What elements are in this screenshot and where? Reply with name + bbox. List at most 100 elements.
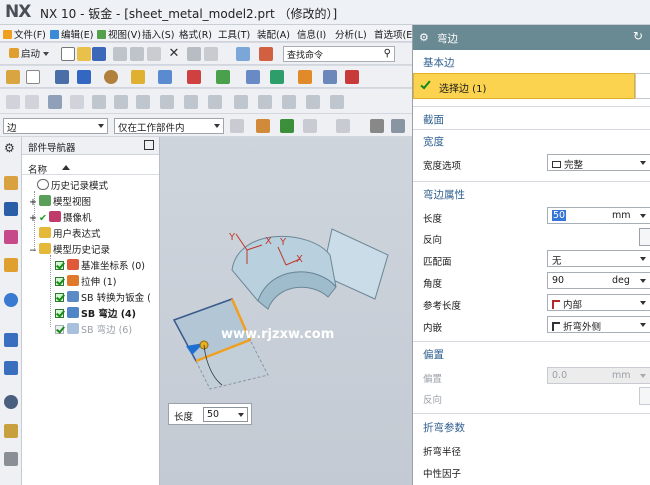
- visibility-checkbox[interactable]: [55, 293, 64, 302]
- length-value-field[interactable]: 50: [203, 407, 248, 422]
- visibility-checkbox[interactable]: [55, 309, 64, 318]
- gear-icon[interactable]: ⚙: [4, 141, 18, 155]
- menu-tools[interactable]: 工具(T): [218, 27, 250, 41]
- section-offset[interactable]: 偏置: [413, 347, 650, 362]
- render-style-icon[interactable]: [104, 70, 118, 84]
- tree-item-model-history[interactable]: − 模型历史记录: [29, 242, 110, 258]
- constraint-nav-icon[interactable]: [4, 202, 18, 216]
- section-profile[interactable]: 截面: [413, 112, 650, 127]
- snap-icon-3[interactable]: [48, 95, 62, 109]
- snap-icon-4[interactable]: [70, 95, 84, 109]
- zoom-icon[interactable]: [26, 70, 40, 84]
- select-edge-row[interactable]: 选择边 (1): [413, 73, 635, 99]
- snap-icon-13[interactable]: [282, 95, 296, 109]
- ucs-icon[interactable]: [303, 119, 317, 133]
- section-base-edge[interactable]: 基本边: [413, 55, 650, 70]
- fit-icon[interactable]: [6, 70, 20, 84]
- angle-input[interactable]: 90 deg: [547, 272, 650, 289]
- assembly-nav-icon[interactable]: [4, 176, 18, 190]
- shaded-icon[interactable]: [370, 119, 384, 133]
- snap-icon-5[interactable]: [92, 95, 106, 109]
- select-all-icon[interactable]: [230, 119, 244, 133]
- cut-icon[interactable]: [113, 47, 127, 61]
- menu-analysis[interactable]: 分析(L): [335, 27, 367, 41]
- section-icon[interactable]: [246, 70, 260, 84]
- gear-icon[interactable]: ⚙: [419, 31, 429, 44]
- menu-file[interactable]: 文件(F): [3, 27, 46, 41]
- length-input[interactable]: 50 mm: [547, 207, 650, 224]
- menu-view[interactable]: 视图(V): [97, 27, 141, 41]
- orient-icon[interactable]: [55, 70, 69, 84]
- tree-item-flange-6[interactable]: SB 弯边 (6): [55, 322, 132, 338]
- color-icon[interactable]: [345, 70, 359, 84]
- reset-icon[interactable]: ↻: [633, 29, 643, 43]
- inset-select[interactable]: 折弯外侧: [547, 316, 650, 333]
- curve-rule-icon[interactable]: [256, 119, 270, 133]
- visibility-checkbox[interactable]: [55, 261, 64, 270]
- section-flange-properties[interactable]: 弯边属性: [413, 187, 650, 202]
- tree-item-user-expressions[interactable]: 用户表达式: [39, 226, 101, 242]
- tree-item-datum-csys[interactable]: 基准坐标系 (0): [55, 258, 145, 274]
- search-input[interactable]: 查找命令 ⚲: [283, 46, 395, 62]
- save-icon[interactable]: [92, 47, 106, 61]
- system-material-icon[interactable]: [4, 452, 18, 466]
- graphics-window[interactable]: Y X X Y www.rjzxw.com 长度 50: [160, 137, 412, 485]
- scope-select[interactable]: 仅在工作部件内: [114, 118, 224, 134]
- snap-icon-8[interactable]: [160, 95, 174, 109]
- filter-icon[interactable]: [298, 70, 312, 84]
- paste-icon[interactable]: [147, 47, 161, 61]
- snap-icon-7[interactable]: [136, 95, 150, 109]
- open-icon[interactable]: [77, 47, 91, 61]
- part-nav-icon[interactable]: [4, 230, 18, 244]
- role-icon[interactable]: [4, 424, 18, 438]
- delete-icon[interactable]: ✕: [167, 47, 181, 61]
- menu-preferences[interactable]: 首选项(E: [374, 27, 412, 41]
- snap-icon-15[interactable]: [330, 95, 344, 109]
- clock-icon[interactable]: [4, 395, 18, 409]
- wcs-icon[interactable]: [216, 70, 230, 84]
- tree-item-flange-4[interactable]: SB 弯边 (4): [55, 306, 136, 322]
- feature-icon[interactable]: [323, 70, 337, 84]
- menu-info[interactable]: 信息(I): [297, 27, 326, 41]
- section-width[interactable]: 宽度: [413, 134, 650, 149]
- length-on-screen-input[interactable]: 长度 50: [168, 403, 252, 425]
- snap-icon-1[interactable]: [6, 95, 20, 109]
- pin-checkbox[interactable]: [144, 140, 154, 150]
- new-icon[interactable]: [61, 47, 75, 61]
- light-icon[interactable]: [131, 70, 145, 84]
- snap-icon-6[interactable]: [114, 95, 128, 109]
- window-icon[interactable]: [259, 47, 273, 61]
- reuse-library-icon[interactable]: [4, 258, 18, 272]
- tree-item-extrude[interactable]: 拉伸 (1): [55, 274, 116, 290]
- start-button[interactable]: 启动: [6, 45, 52, 62]
- visibility-checkbox[interactable]: [55, 277, 64, 286]
- tree-item-convert-sheet-metal[interactable]: SB 转换为钣金 (: [55, 290, 151, 306]
- command-finder-icon[interactable]: [236, 47, 250, 61]
- history-icon[interactable]: [4, 333, 18, 347]
- tree-item-history-mode[interactable]: 历史记录模式: [37, 178, 108, 194]
- menu-assembly[interactable]: 装配(A): [257, 27, 290, 41]
- snap-icon-14[interactable]: [306, 95, 320, 109]
- snap-view-icon[interactable]: [270, 70, 284, 84]
- snap-icon-11[interactable]: [234, 95, 248, 109]
- copy-icon[interactable]: [130, 47, 144, 61]
- snap-icon-2[interactable]: [25, 95, 39, 109]
- snap-icon-12[interactable]: [258, 95, 272, 109]
- show-hide-icon[interactable]: [187, 70, 201, 84]
- snap-icon-9[interactable]: [184, 95, 198, 109]
- layer-icon[interactable]: [158, 70, 172, 84]
- reverse-direction-icon[interactable]: [639, 228, 650, 246]
- undo-icon[interactable]: [187, 47, 201, 61]
- type-filter-select[interactable]: 边: [3, 118, 108, 134]
- width-option-select[interactable]: 完整: [547, 154, 650, 171]
- rect-select-icon[interactable]: [336, 119, 350, 133]
- menu-edit[interactable]: 编辑(E): [50, 27, 93, 41]
- redo-icon[interactable]: [204, 47, 218, 61]
- column-header-name[interactable]: 名称: [22, 161, 159, 176]
- web-browser-icon[interactable]: [4, 293, 18, 307]
- edge-selector-icon[interactable]: [635, 73, 650, 99]
- process-studio-icon[interactable]: [4, 361, 18, 375]
- menu-format[interactable]: 格式(R): [179, 27, 212, 41]
- section-bend-parameters[interactable]: 折弯参数: [413, 420, 650, 435]
- visibility-checkbox[interactable]: [55, 325, 64, 334]
